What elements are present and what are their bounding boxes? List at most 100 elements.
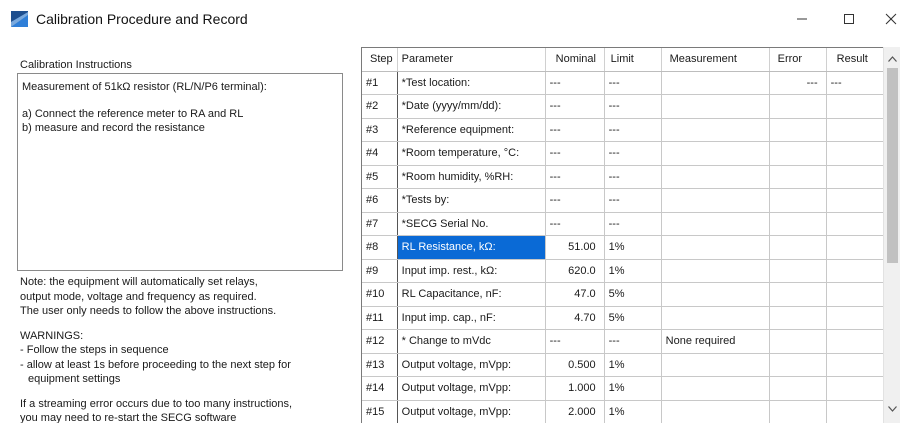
cell-step[interactable]: #7	[362, 212, 398, 236]
cell-parameter[interactable]: RL Capacitance, nF:	[397, 282, 546, 307]
table-row[interactable]: #13 Output voltage, mVpp: 0.500 1%	[362, 353, 888, 377]
cell-parameter[interactable]: Input imp. rest., kΩ:	[397, 259, 546, 283]
cell-measurement[interactable]	[661, 212, 770, 236]
cell-nominal[interactable]: 0.500	[545, 353, 605, 377]
cell-error[interactable]	[769, 400, 827, 423]
cell-result[interactable]	[826, 259, 888, 283]
cell-parameter[interactable]: RL Resistance, kΩ:	[397, 235, 546, 260]
cell-measurement[interactable]	[661, 282, 770, 307]
cell-step[interactable]: #1	[362, 71, 398, 95]
cell-measurement[interactable]: None required	[661, 329, 770, 354]
cell-error[interactable]	[769, 306, 827, 330]
cell-parameter[interactable]: *Test location:	[397, 71, 546, 95]
cell-nominal[interactable]: ---	[545, 71, 605, 95]
cell-limit[interactable]: 1%	[604, 376, 662, 401]
cell-limit[interactable]: 1%	[604, 353, 662, 377]
cell-result[interactable]	[826, 353, 888, 377]
cell-error[interactable]	[769, 94, 827, 119]
minimize-button[interactable]	[791, 8, 813, 30]
cell-nominal[interactable]: 1.000	[545, 376, 605, 401]
scroll-up-button[interactable]	[884, 49, 900, 66]
cell-limit[interactable]: ---	[604, 141, 662, 166]
cell-result[interactable]	[826, 212, 888, 236]
cell-parameter[interactable]: Input imp. cap., nF:	[397, 306, 546, 330]
cell-error[interactable]	[769, 141, 827, 166]
cell-nominal[interactable]: ---	[545, 212, 605, 236]
cell-parameter[interactable]: Output voltage, mVpp:	[397, 400, 546, 423]
cell-error[interactable]	[769, 212, 827, 236]
table-row[interactable]: #14 Output voltage, mVpp: 1.000 1%	[362, 376, 888, 401]
cell-limit[interactable]: 1%	[604, 259, 662, 283]
cell-step[interactable]: #8	[362, 235, 398, 260]
calibration-grid[interactable]: Step Parameter Nominal Limit Measurement…	[361, 47, 900, 423]
cell-limit[interactable]: 1%	[604, 235, 662, 260]
cell-result[interactable]	[826, 376, 888, 401]
cell-measurement[interactable]	[661, 259, 770, 283]
cell-result[interactable]	[826, 282, 888, 307]
table-row[interactable]: #5 *Room humidity, %RH: --- ---	[362, 165, 888, 189]
cell-error[interactable]	[769, 235, 827, 260]
scroll-down-button[interactable]	[884, 399, 900, 416]
table-row[interactable]: #1 *Test location: --- --- --- ---	[362, 71, 888, 95]
cell-limit[interactable]: ---	[604, 94, 662, 119]
cell-nominal[interactable]: ---	[545, 188, 605, 213]
cell-result[interactable]	[826, 94, 888, 119]
table-row[interactable]: #8 RL Resistance, kΩ: 51.00 1%	[362, 235, 888, 260]
table-row[interactable]: #4 *Room temperature, °C: --- ---	[362, 141, 888, 166]
close-button[interactable]	[880, 8, 900, 30]
column-header-result[interactable]: Result	[826, 48, 888, 72]
cell-result[interactable]	[826, 329, 888, 354]
cell-nominal[interactable]: 2.000	[545, 400, 605, 423]
cell-step[interactable]: #14	[362, 376, 398, 401]
cell-measurement[interactable]	[661, 94, 770, 119]
cell-step[interactable]: #11	[362, 306, 398, 330]
column-header-step[interactable]: Step	[362, 48, 398, 72]
cell-error[interactable]	[769, 188, 827, 213]
cell-limit[interactable]: ---	[604, 329, 662, 354]
cell-measurement[interactable]	[661, 71, 770, 95]
table-row[interactable]: #11 Input imp. cap., nF: 4.70 5%	[362, 306, 888, 330]
cell-error[interactable]: ---	[769, 71, 827, 95]
cell-measurement[interactable]	[661, 376, 770, 401]
cell-parameter[interactable]: *Room temperature, °C:	[397, 141, 546, 166]
cell-measurement[interactable]	[661, 165, 770, 189]
cell-parameter[interactable]: Output voltage, mVpp:	[397, 353, 546, 377]
cell-step[interactable]: #12	[362, 329, 398, 354]
column-header-error[interactable]: Error	[769, 48, 827, 72]
cell-nominal[interactable]: ---	[545, 141, 605, 166]
cell-step[interactable]: #15	[362, 400, 398, 423]
cell-parameter[interactable]: *SECG Serial No.	[397, 212, 546, 236]
cell-limit[interactable]: ---	[604, 212, 662, 236]
cell-step[interactable]: #3	[362, 118, 398, 142]
maximize-button[interactable]	[838, 8, 860, 30]
cell-error[interactable]	[769, 282, 827, 307]
cell-parameter[interactable]: *Date (yyyy/mm/dd):	[397, 94, 546, 119]
cell-error[interactable]	[769, 165, 827, 189]
cell-limit[interactable]: ---	[604, 188, 662, 213]
cell-limit[interactable]: ---	[604, 118, 662, 142]
cell-parameter[interactable]: *Room humidity, %RH:	[397, 165, 546, 189]
cell-error[interactable]	[769, 376, 827, 401]
cell-nominal[interactable]: ---	[545, 94, 605, 119]
cell-measurement[interactable]	[661, 306, 770, 330]
table-row[interactable]: #3 *Reference equipment: --- ---	[362, 118, 888, 142]
column-header-parameter[interactable]: Parameter	[397, 48, 546, 72]
cell-nominal[interactable]: ---	[545, 165, 605, 189]
cell-measurement[interactable]	[661, 141, 770, 166]
cell-result[interactable]	[826, 141, 888, 166]
cell-measurement[interactable]	[661, 235, 770, 260]
table-row[interactable]: #9 Input imp. rest., kΩ: 620.0 1%	[362, 259, 888, 283]
cell-result[interactable]	[826, 400, 888, 423]
cell-error[interactable]	[769, 353, 827, 377]
cell-limit[interactable]: ---	[604, 71, 662, 95]
cell-step[interactable]: #4	[362, 141, 398, 166]
cell-limit[interactable]: ---	[604, 165, 662, 189]
cell-nominal[interactable]: ---	[545, 329, 605, 354]
cell-step[interactable]: #6	[362, 188, 398, 213]
cell-measurement[interactable]	[661, 188, 770, 213]
column-header-limit[interactable]: Limit	[604, 48, 662, 72]
cell-measurement[interactable]	[661, 353, 770, 377]
table-row[interactable]: #12 * Change to mVdc --- --- None required	[362, 329, 888, 354]
cell-parameter[interactable]: * Change to mVdc	[397, 329, 546, 354]
cell-measurement[interactable]	[661, 118, 770, 142]
